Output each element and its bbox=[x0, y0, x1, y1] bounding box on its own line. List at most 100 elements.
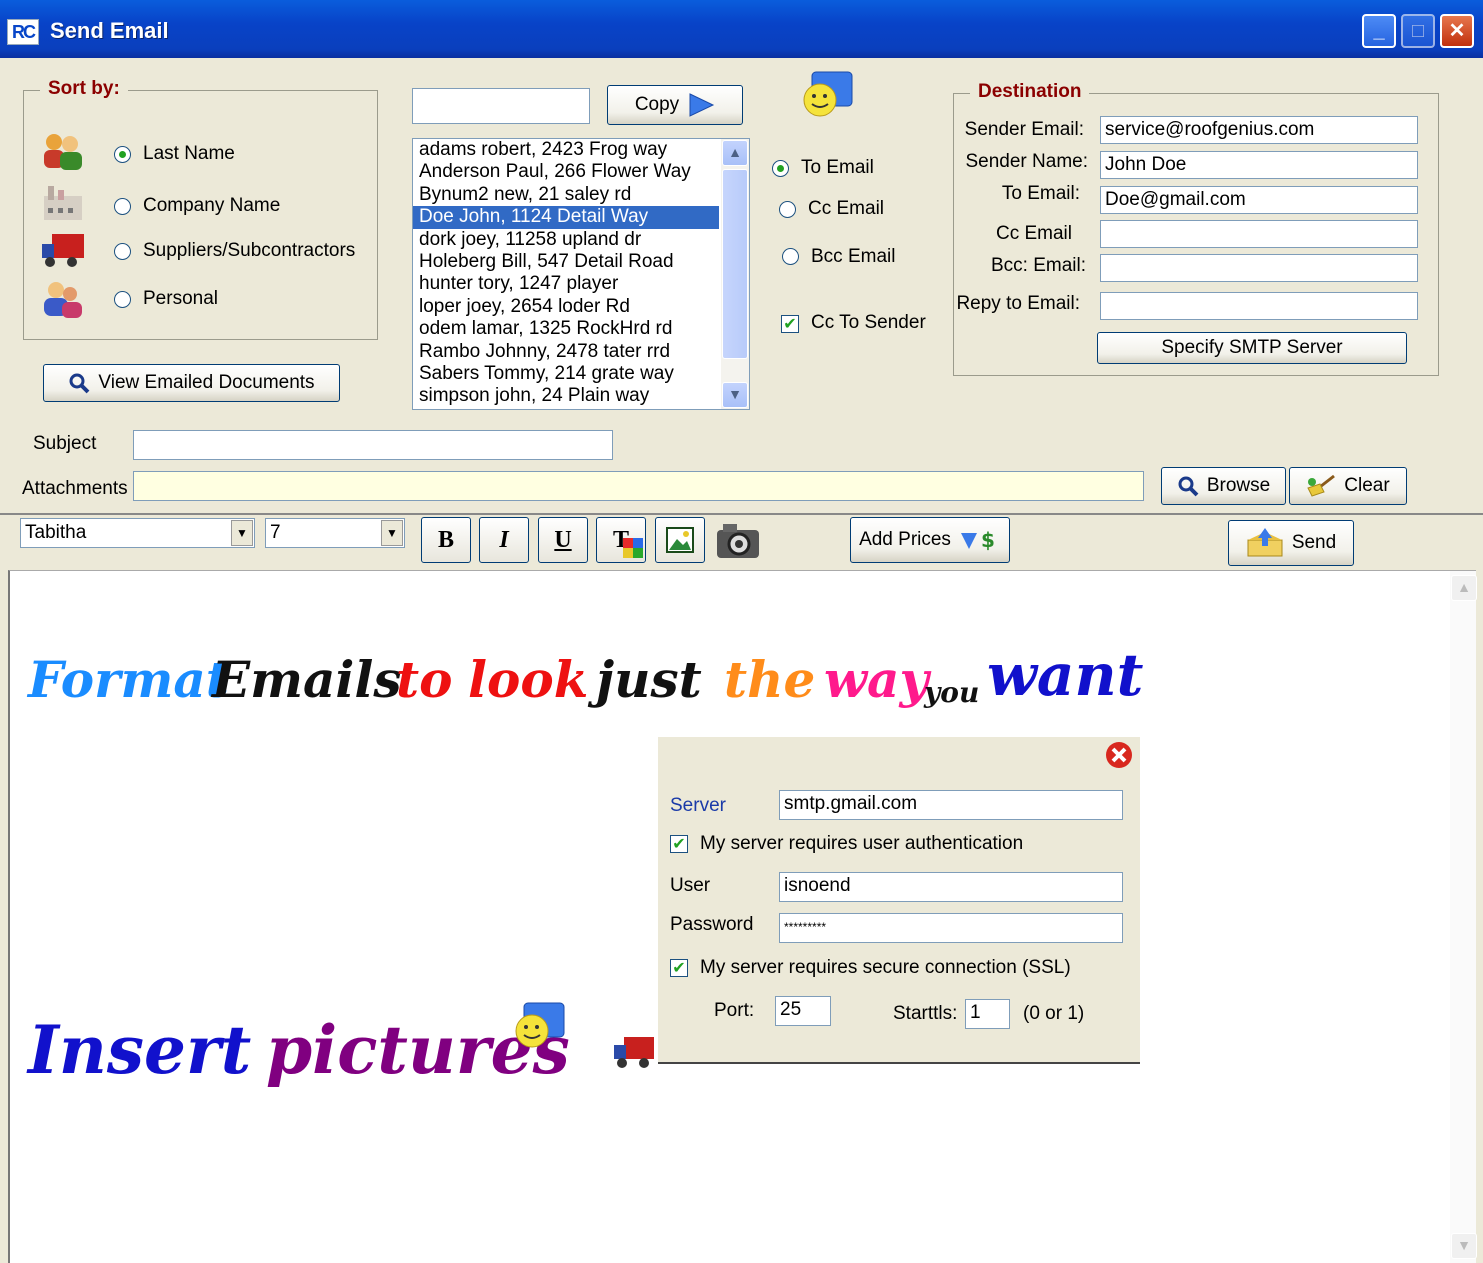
scroll-up-icon[interactable]: ▲ bbox=[722, 140, 748, 166]
server-field[interactable]: smtp.gmail.com bbox=[779, 790, 1123, 820]
font-select[interactable]: Tabitha ▼ bbox=[20, 518, 255, 548]
clear-label: Clear bbox=[1344, 475, 1390, 496]
sort-company-name-radio[interactable] bbox=[114, 198, 131, 215]
scroll-down-icon[interactable]: ▼ bbox=[722, 382, 748, 408]
editor-word: look bbox=[468, 650, 589, 709]
cc-email-label: Cc Email bbox=[995, 223, 1072, 244]
title-bar[interactable]: RC Send Email _ □ ✕ bbox=[0, 0, 1483, 58]
starttls-field[interactable]: 1 bbox=[965, 999, 1010, 1029]
close-icon[interactable] bbox=[1105, 741, 1133, 769]
scroll-thumb[interactable] bbox=[722, 169, 748, 359]
subject-label: Subject bbox=[33, 433, 97, 454]
sort-last-name-radio[interactable] bbox=[114, 146, 131, 163]
cc-to-sender-checkbox[interactable]: ✔ bbox=[781, 315, 799, 333]
specify-smtp-server-label: Specify SMTP Server bbox=[1161, 337, 1343, 358]
contact-list-item[interactable]: loper joey, 2654 loder Rd bbox=[413, 296, 749, 318]
window-title: Send Email bbox=[50, 18, 169, 43]
bcc-email-radio[interactable] bbox=[782, 248, 799, 265]
sender-name-field[interactable]: John Doe bbox=[1100, 151, 1418, 179]
font-select-value: Tabitha bbox=[25, 522, 87, 543]
copy-button[interactable]: Copy bbox=[607, 85, 743, 125]
text-color-button[interactable]: T bbox=[596, 517, 646, 563]
contacts-scrollbar[interactable]: ▲ ▼ bbox=[721, 139, 749, 409]
size-select-value: 7 bbox=[270, 522, 281, 543]
contact-list-item[interactable]: dork joey, 11258 upland dr bbox=[413, 229, 749, 251]
toolbar-separator bbox=[0, 513, 1483, 515]
italic-button[interactable]: I bbox=[479, 517, 529, 563]
underline-button[interactable]: U bbox=[538, 517, 588, 563]
send-email-window: RC Send Email _ □ ✕ Sort by: Last Name C… bbox=[0, 0, 1483, 1263]
sort-personal-radio[interactable] bbox=[114, 291, 131, 308]
minimize-button[interactable]: _ bbox=[1362, 14, 1396, 48]
add-prices-button[interactable]: Add Prices $ bbox=[850, 517, 1010, 563]
contact-list-item[interactable]: Bynum2 new, 21 saley rd bbox=[413, 184, 749, 206]
arrow-right-icon bbox=[689, 93, 715, 117]
to-email-field[interactable]: Doe@gmail.com bbox=[1100, 186, 1418, 214]
contact-list-item[interactable]: odem lamar, 1325 RockHrd rd bbox=[413, 318, 749, 340]
sender-email-field[interactable]: service@roofgenius.com bbox=[1100, 116, 1418, 144]
contacts-list-items: adams robert, 2423 Frog way Anderson Paul… bbox=[413, 139, 749, 408]
send-mail-icon bbox=[1247, 528, 1283, 557]
starttls-label: Starttls: bbox=[893, 1003, 958, 1024]
scroll-up-icon[interactable]: ▲ bbox=[1451, 575, 1477, 601]
bcc-email-radio-label: Bcc Email bbox=[811, 246, 896, 267]
factory-icon bbox=[44, 186, 82, 220]
color-palette-icon bbox=[623, 538, 643, 558]
sender-email-label: Sender Email: bbox=[964, 119, 1084, 140]
editor-word: want bbox=[987, 641, 1144, 709]
clear-button[interactable]: Clear bbox=[1289, 467, 1407, 505]
scroll-down-icon[interactable]: ▼ bbox=[1451, 1233, 1477, 1259]
contact-list-item[interactable]: Doe John, 1124 Detail Way bbox=[413, 206, 719, 229]
password-field[interactable]: ********* bbox=[779, 913, 1123, 943]
cc-email-radio-label: Cc Email bbox=[808, 198, 885, 219]
globe-smiley-icon bbox=[803, 71, 853, 117]
sort-last-name-label: Last Name bbox=[143, 143, 235, 164]
password-label: Password bbox=[670, 914, 754, 935]
sort-personal-label: Personal bbox=[143, 288, 218, 309]
sort-suppliers-label: Suppliers/Subcontractors bbox=[143, 240, 356, 261]
editor-scrollbar[interactable]: ▲ ▼ bbox=[1450, 571, 1477, 1263]
port-field[interactable]: 25 bbox=[775, 996, 831, 1026]
close-button[interactable]: ✕ bbox=[1440, 14, 1474, 48]
close-icon: ✕ bbox=[1448, 20, 1466, 42]
maximize-button[interactable]: □ bbox=[1401, 14, 1435, 48]
copy-input[interactable] bbox=[412, 88, 590, 124]
contact-list-item[interactable]: hunter tory, 1247 player bbox=[413, 273, 749, 295]
chevron-down-icon[interactable]: ▼ bbox=[231, 520, 253, 546]
editor-word: Emails bbox=[212, 650, 402, 709]
person-icon bbox=[44, 282, 82, 318]
contact-list-item[interactable]: Sabers Tommy, 214 grate way bbox=[413, 363, 749, 385]
specify-smtp-server-button[interactable]: Specify SMTP Server bbox=[1097, 332, 1407, 364]
contact-list-item[interactable]: adams robert, 2423 Frog way bbox=[413, 139, 749, 161]
app-icon: RC bbox=[7, 19, 39, 45]
user-field[interactable]: isnoend bbox=[779, 872, 1123, 902]
ssl-checkbox[interactable]: ✔ bbox=[670, 959, 688, 977]
browse-button[interactable]: Browse bbox=[1161, 467, 1286, 505]
attachments-field[interactable] bbox=[133, 471, 1144, 501]
contact-list-item[interactable]: simpson john, 24 Plain way bbox=[413, 385, 749, 407]
contact-list-item[interactable]: Anderson Paul, 266 Flower Way bbox=[413, 161, 749, 183]
sort-suppliers-radio[interactable] bbox=[114, 243, 131, 260]
to-email-radio[interactable] bbox=[772, 160, 789, 177]
reply-to-email-field[interactable] bbox=[1100, 292, 1418, 320]
send-button[interactable]: Send bbox=[1228, 520, 1354, 566]
browse-label: Browse bbox=[1206, 475, 1271, 496]
size-select[interactable]: 7 ▼ bbox=[265, 518, 405, 548]
contact-list-item[interactable]: Holeberg Bill, 547 Detail Road bbox=[413, 251, 749, 273]
globe-smiley-icon bbox=[515, 1002, 565, 1048]
destination-legend: Destination bbox=[970, 81, 1090, 103]
broom-icon bbox=[1307, 474, 1336, 497]
cc-email-radio[interactable] bbox=[779, 201, 796, 218]
auth-checkbox[interactable]: ✔ bbox=[670, 835, 688, 853]
contacts-list[interactable]: adams robert, 2423 Frog way Anderson Paul… bbox=[412, 138, 750, 410]
cc-email-field[interactable] bbox=[1100, 220, 1418, 248]
bold-button[interactable]: B bbox=[421, 517, 471, 563]
view-emailed-documents-button[interactable]: View Emailed Documents bbox=[43, 364, 340, 402]
subject-field[interactable] bbox=[133, 430, 613, 460]
truck-icon bbox=[42, 234, 84, 267]
chevron-down-icon[interactable]: ▼ bbox=[381, 520, 403, 546]
insert-image-button[interactable] bbox=[655, 517, 705, 563]
bcc-email-field[interactable] bbox=[1100, 254, 1418, 282]
camera-icon[interactable] bbox=[715, 520, 761, 562]
contact-list-item[interactable]: Rambo Johnny, 2478 tater rrd bbox=[413, 341, 749, 363]
